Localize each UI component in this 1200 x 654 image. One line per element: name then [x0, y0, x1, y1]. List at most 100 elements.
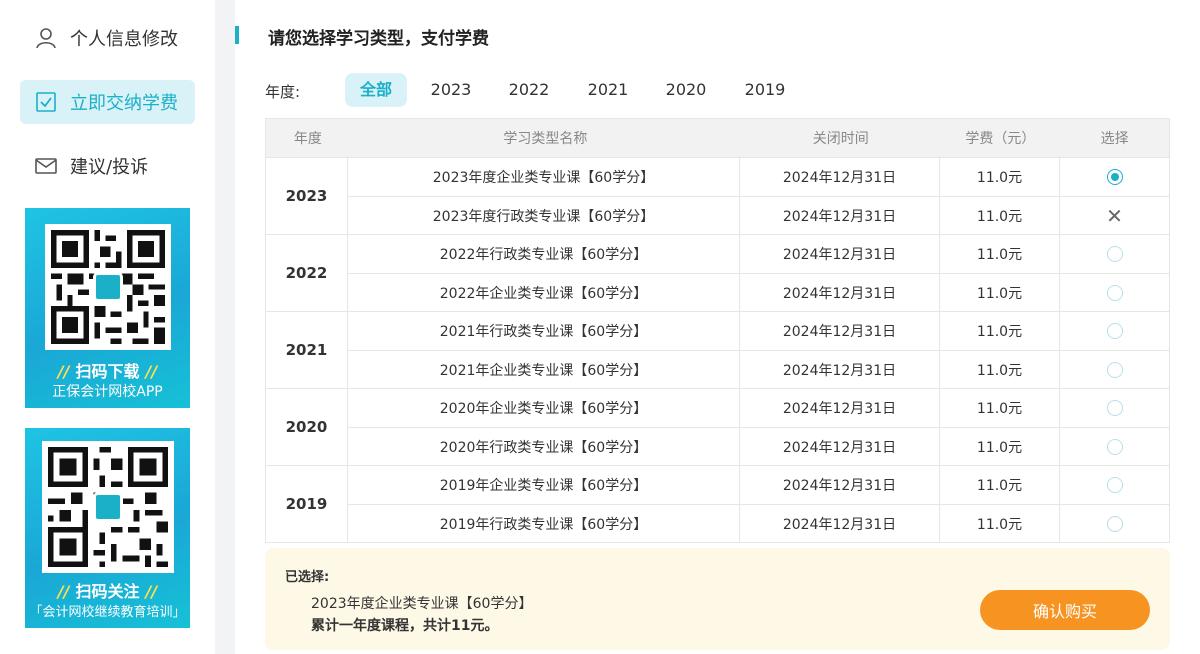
year-tab-2021[interactable]: 2021 — [578, 73, 638, 107]
select-cell — [1060, 274, 1169, 311]
close-date-cell: 2024年12月31日 — [740, 466, 940, 504]
fee-cell: 11.0元 — [940, 389, 1060, 427]
select-cell — [1060, 351, 1169, 388]
close-icon: ✕ — [1106, 203, 1123, 228]
select-cell — [1060, 389, 1169, 427]
app-logo-icon — [93, 272, 123, 302]
table-row: 2023年度行政类专业课【60学分】 2024年12月31日 11.0元 ✕ — [348, 196, 1169, 234]
close-date-cell: 2024年12月31日 — [740, 158, 940, 196]
sidebar-item-feedback[interactable]: 建议/投诉 — [20, 144, 195, 188]
table-row: 2022年企业类专业课【60学分】 2024年12月31日 11.0元 — [348, 273, 1169, 311]
course-name-cell: 2022年企业类专业课【60学分】 — [348, 274, 740, 311]
sidebar-item-label: 个人信息修改 — [70, 29, 178, 50]
close-date-cell: 2024年12月31日 — [740, 274, 940, 311]
select-cell — [1060, 466, 1169, 504]
select-radio[interactable] — [1106, 169, 1123, 185]
course-name-cell: 2019年行政类专业课【60学分】 — [348, 505, 740, 542]
table-header: 年度 学习类型名称 关闭时间 学费（元） 选择 — [266, 119, 1169, 157]
select-cell — [1060, 505, 1169, 542]
table-body: 2023 2023年度企业类专业课【60学分】 2024年12月31日 11.0元 20… — [266, 157, 1169, 542]
column-header: 年度 — [293, 131, 322, 147]
sidebar-item-label: 建议/投诉 — [70, 157, 149, 178]
select-cell — [1060, 312, 1169, 350]
year-cell: 2019 — [266, 466, 348, 542]
column-header: 选择 — [1100, 131, 1129, 147]
course-name-cell: 2020年行政类专业课【60学分】 — [348, 428, 740, 465]
fee-cell: 11.0元 — [940, 312, 1060, 350]
year-group: 2021 2021年行政类专业课【60学分】 2024年12月31日 11.0元 202… — [266, 311, 1169, 388]
table-row: 2020年行政类专业课【60学分】 2024年12月31日 11.0元 — [348, 427, 1169, 465]
select-radio[interactable] — [1106, 284, 1123, 301]
close-date-cell: 2024年12月31日 — [740, 505, 940, 542]
close-date-cell: 2024年12月31日 — [740, 197, 940, 234]
year-filter-label: 年度: — [265, 83, 301, 101]
close-date-cell: 2024年12月31日 — [740, 351, 940, 388]
promo-subtitle: 正保会计网校APP — [52, 384, 163, 400]
select-cell — [1060, 158, 1169, 196]
table-row: 2021年企业类专业课【60学分】 2024年12月31日 11.0元 — [348, 350, 1169, 388]
table-row: 2020年企业类专业课【60学分】 2024年12月31日 11.0元 — [348, 389, 1169, 427]
course-name-cell: 2020年企业类专业课【60学分】 — [348, 389, 740, 427]
course-table: 年度 学习类型名称 关闭时间 学费（元） 选择 2023 2023年度企业类专业课… — [265, 118, 1170, 543]
sidebar-item-pay-tuition[interactable]: 立即交纳学费 — [20, 80, 195, 124]
close-date-cell: 2024年12月31日 — [740, 235, 940, 273]
close-date-cell: 2024年12月31日 — [740, 312, 940, 350]
fee-cell: 11.0元 — [940, 235, 1060, 273]
main-panel: 请您选择学习类型，支付学费 年度: 全部 2023 2022 2021 2020… — [235, 0, 1200, 654]
course-name-cell: 2021年企业类专业课【60学分】 — [348, 351, 740, 388]
select-cell — [1060, 235, 1169, 273]
select-radio[interactable] — [1106, 400, 1123, 416]
qr-code — [42, 441, 174, 573]
close-date-cell: 2024年12月31日 — [740, 428, 940, 465]
fee-cell: 11.0元 — [940, 158, 1060, 196]
fee-cell: 11.0元 — [940, 505, 1060, 542]
fee-cell: 11.0元 — [940, 351, 1060, 388]
fee-cell: 11.0元 — [940, 466, 1060, 504]
year-tab-2023[interactable]: 2023 — [421, 73, 481, 107]
select-cell: ✕ — [1060, 197, 1169, 234]
course-name-cell: 2021年行政类专业课【60学分】 — [348, 312, 740, 350]
year-cell: 2020 — [266, 389, 348, 465]
wechat-follow-promo: //扫码关注// 「会计网校继续教育培训」 — [25, 428, 190, 628]
promo-title: 扫码关注 — [75, 582, 140, 601]
confirm-purchase-button[interactable]: 确认购买 — [980, 590, 1150, 630]
select-radio[interactable] — [1106, 361, 1123, 378]
selected-course: 2023年度企业类专业课【60学分】 — [311, 596, 533, 612]
table-row: 2021年行政类专业课【60学分】 2024年12月31日 11.0元 — [348, 312, 1169, 350]
year-cell: 2021 — [266, 312, 348, 388]
close-date-cell: 2024年12月31日 — [740, 389, 940, 427]
year-tab-2022[interactable]: 2022 — [499, 73, 559, 107]
select-radio[interactable] — [1106, 246, 1123, 262]
column-header: 学费（元） — [965, 131, 1036, 147]
course-name-cell: 2023年度企业类专业课【60学分】 — [348, 158, 740, 196]
table-row: 2022年行政类专业课【60学分】 2024年12月31日 11.0元 — [348, 235, 1169, 273]
sidebar: 个人信息修改 立即交纳学费 建议/投诉 //扫码下载// 正保会计网校APP /… — [0, 0, 215, 654]
select-radio[interactable] — [1106, 515, 1123, 532]
sidebar-item-profile[interactable]: 个人信息修改 — [20, 16, 195, 60]
fee-cell: 11.0元 — [940, 197, 1060, 234]
year-group: 2022 2022年行政类专业课【60学分】 2024年12月31日 11.0元 202… — [266, 234, 1169, 311]
mail-icon — [34, 154, 58, 178]
table-row: 2023年度企业类专业课【60学分】 2024年12月31日 11.0元 — [348, 158, 1169, 196]
course-name-cell: 2019年企业类专业课【60学分】 — [348, 466, 740, 504]
promo-title: 扫码下载 — [75, 362, 140, 381]
qr-code — [45, 224, 171, 350]
summary-label: 已选择: — [285, 570, 330, 585]
checkbox-icon — [34, 90, 58, 114]
fee-cell: 11.0元 — [940, 428, 1060, 465]
fee-cell: 11.0元 — [940, 274, 1060, 311]
year-tab-2019[interactable]: 2019 — [735, 73, 795, 107]
select-cell — [1060, 428, 1169, 465]
year-group: 2020 2020年企业类专业课【60学分】 2024年12月31日 11.0元 202… — [266, 388, 1169, 465]
select-radio[interactable] — [1106, 438, 1123, 455]
column-header: 学习类型名称 — [503, 131, 588, 147]
user-icon — [34, 26, 58, 50]
selection-summary: 已选择: 2023年度企业类专业课【60学分】 累计一年度课程，共计11元。 确… — [265, 548, 1170, 650]
year-tab-all[interactable]: 全部 — [345, 73, 407, 107]
select-radio[interactable] — [1106, 477, 1123, 493]
total-text: 累计一年度课程，共计11元。 — [311, 618, 499, 634]
column-header: 关闭时间 — [812, 131, 869, 147]
page-title: 请您选择学习类型，支付学费 — [268, 29, 489, 49]
year-tab-2020[interactable]: 2020 — [656, 73, 716, 107]
select-radio[interactable] — [1106, 323, 1123, 339]
